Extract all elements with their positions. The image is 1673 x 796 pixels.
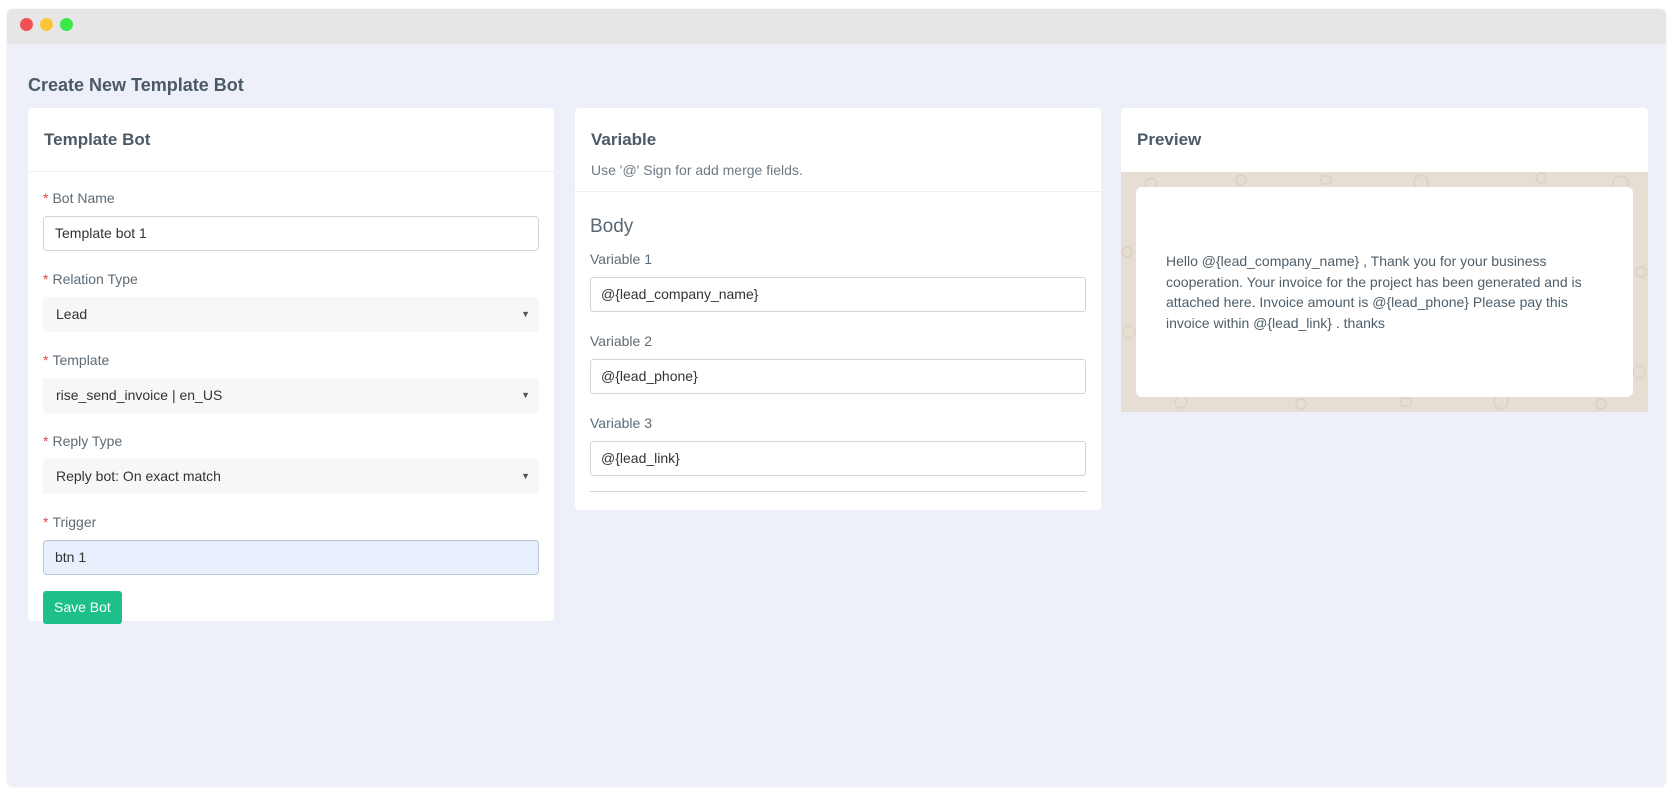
reply-type-select[interactable]: Reply bot: On exact match ▼ <box>43 459 539 494</box>
page-title: Create New Template Bot <box>28 75 244 95</box>
variable-header: Variable Use '@' Sign for add merge fiel… <box>575 108 1101 192</box>
variable-title: Variable <box>591 130 657 149</box>
caret-down-icon: ▼ <box>521 471 530 481</box>
close-window-button[interactable] <box>20 18 33 31</box>
required-mark: * <box>43 433 49 449</box>
variable-3-input[interactable]: @{lead_link} <box>590 441 1086 476</box>
relation-type-label: * Relation Type <box>43 271 138 287</box>
preview-card: Preview Hello @{lead_company_name} , Tha… <box>1121 108 1648 412</box>
preview-title: Preview <box>1137 130 1202 149</box>
required-mark: * <box>43 514 49 530</box>
variable-2-input[interactable]: @{lead_phone} <box>590 359 1086 394</box>
title-bar <box>7 9 1666 44</box>
template-bot-title: Template Bot <box>44 130 151 149</box>
reply-type-label: * Reply Type <box>43 433 123 449</box>
chat-background: Hello @{lead_company_name} , Thank you f… <box>1121 172 1648 412</box>
template-select[interactable]: rise_send_invoice | en_US ▼ <box>43 378 539 413</box>
template-bot-card: Template Bot * Bot Name Template bot 1 * R… <box>28 108 554 624</box>
variable-1-label: Variable 1 <box>590 251 653 267</box>
body-section: Body Variable 1 @{lead_company_name} Var… <box>575 192 1101 492</box>
template-bot-header: Template Bot <box>28 108 554 172</box>
bot-name-input[interactable]: Template bot 1 <box>43 216 539 251</box>
caret-down-icon: ▼ <box>521 390 530 400</box>
bot-name-label: * Bot Name <box>43 190 115 206</box>
variable-3-label: Variable 3 <box>590 415 653 431</box>
caret-down-icon: ▼ <box>521 309 530 319</box>
divider <box>590 491 1086 492</box>
variable-1-input[interactable]: @{lead_company_name} <box>590 277 1086 312</box>
required-mark: * <box>43 271 49 287</box>
required-mark: * <box>43 190 49 206</box>
relation-type-select[interactable]: Lead ▼ <box>43 297 539 332</box>
variable-2-label: Variable 2 <box>590 333 653 349</box>
variable-subtitle: Use '@' Sign for add merge fields. <box>591 162 803 178</box>
template-label: * Template <box>43 352 110 368</box>
template-bot-form: * Bot Name Template bot 1 * Relation Type … <box>28 172 554 624</box>
required-mark: * <box>43 352 49 368</box>
preview-message: Hello @{lead_company_name} , Thank you f… <box>1166 253 1582 331</box>
minimize-window-button[interactable] <box>40 18 53 31</box>
maximize-window-button[interactable] <box>60 18 73 31</box>
preview-header: Preview <box>1121 108 1648 172</box>
trigger-label: * Trigger <box>43 514 97 530</box>
app-window: Create New Template Bot Template Bot * Bo… <box>7 9 1666 787</box>
trigger-input[interactable]: btn 1 <box>43 540 539 575</box>
body-section-title: Body <box>590 216 634 237</box>
message-bubble: Hello @{lead_company_name} , Thank you f… <box>1136 187 1633 397</box>
save-bot-button[interactable]: Save Bot <box>43 591 122 624</box>
variable-card: Variable Use '@' Sign for add merge fiel… <box>575 108 1101 510</box>
